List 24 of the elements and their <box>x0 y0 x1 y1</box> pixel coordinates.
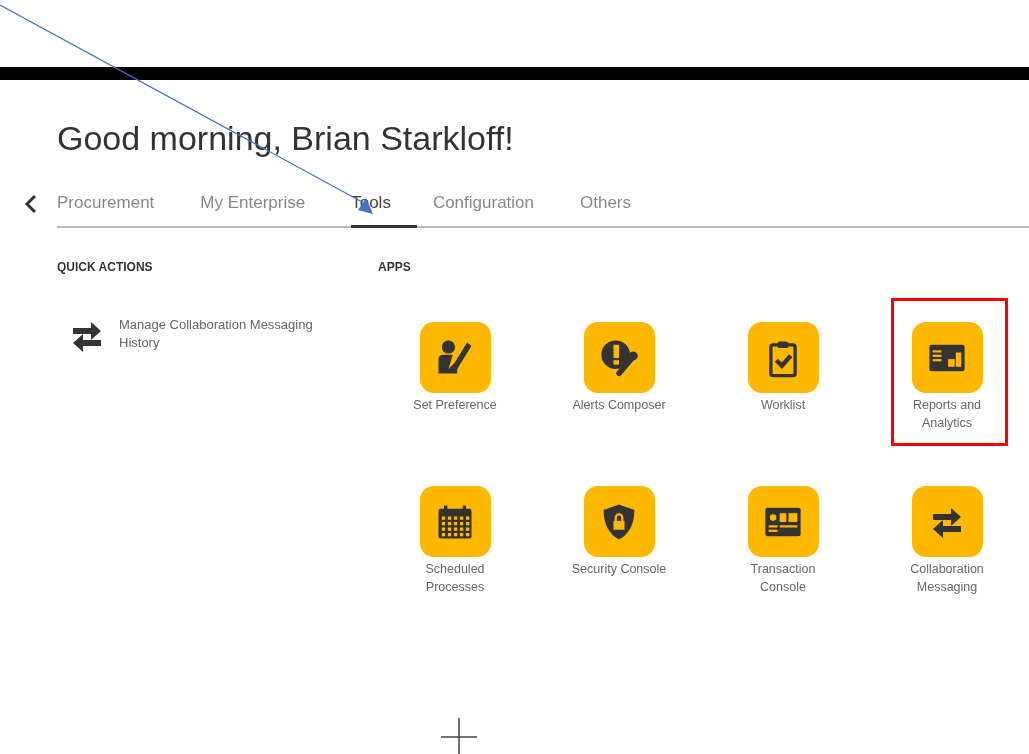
app-tile[interactable] <box>747 486 819 557</box>
app-label: Alerts Composer <box>571 397 667 414</box>
app-label: Set Preference <box>412 397 498 414</box>
section-title: APPS <box>378 260 412 274</box>
app-tile[interactable] <box>911 322 983 393</box>
app-tile[interactable] <box>419 486 491 557</box>
app-tile[interactable] <box>583 322 655 393</box>
app-label: Transaction Console <box>749 561 817 596</box>
app-label: Reports and Analytics <box>911 397 983 432</box>
app-label: Worklist <box>759 397 807 414</box>
app-label: Collaboration Messaging <box>909 561 985 596</box>
app-tile[interactable] <box>747 322 819 393</box>
app-label: Security Console <box>570 561 668 578</box>
tab[interactable]: My Enterprise <box>200 193 310 228</box>
app-tile[interactable] <box>583 486 655 557</box>
app-tile[interactable] <box>419 322 491 393</box>
app-tile[interactable] <box>911 486 983 557</box>
quick-action-link[interactable]: Manage Collaboration Messaging History <box>119 316 329 356</box>
tab[interactable]: Configuration <box>432 193 538 228</box>
crosshair-icon <box>441 718 477 754</box>
tab[interactable]: Procurement <box>57 193 159 228</box>
app-label: Scheduled Processes <box>424 561 486 596</box>
section-title: QUICK ACTIONS <box>57 260 154 274</box>
tab[interactable]: Others <box>580 193 636 228</box>
